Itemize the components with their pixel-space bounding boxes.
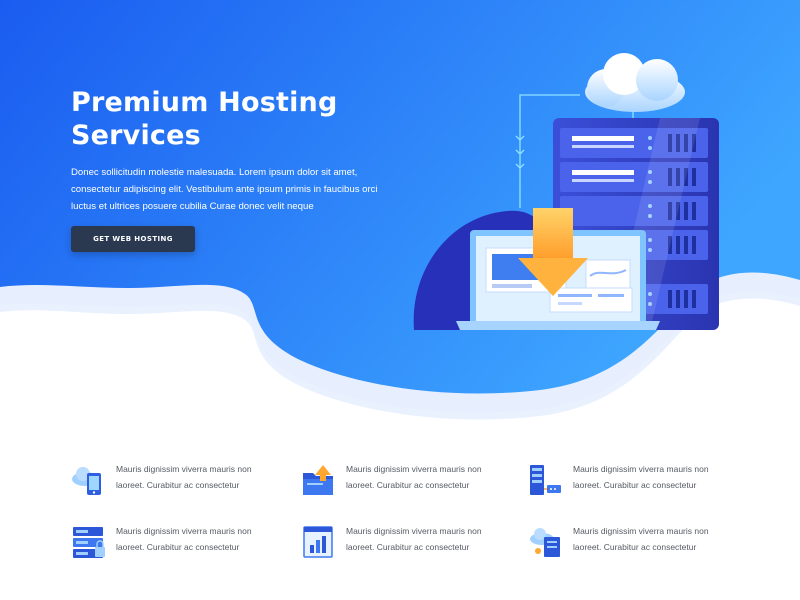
feature-text: Mauris dignissim viverra mauris non laor… <box>573 464 709 490</box>
hero-text-block: Premium Hosting Services Donec sollicitu… <box>71 86 401 215</box>
cloud-icon <box>585 53 685 112</box>
feature-text: Mauris dignissim viverra mauris non laor… <box>346 464 482 490</box>
cloud-mobile-icon <box>72 467 101 495</box>
hero-title-line-2: Services <box>71 120 201 151</box>
feature-text: Mauris dignissim viverra mauris non laor… <box>116 464 252 490</box>
feature-item: Mauris dignissim viverra mauris non laor… <box>301 523 501 563</box>
feature-item: Mauris dignissim viverra mauris non laor… <box>71 461 271 501</box>
feature-item: Mauris dignissim viverra mauris non laor… <box>301 461 501 501</box>
features-section: Mauris dignissim viverra mauris non laor… <box>0 455 800 575</box>
feature-text: Mauris dignissim viverra mauris non laor… <box>346 526 482 552</box>
folder-upload-icon <box>303 465 333 495</box>
feature-item: Mauris dignissim viverra mauris non laor… <box>528 523 728 563</box>
feature-item: Mauris dignissim viverra mauris non laor… <box>71 523 271 563</box>
cloud-document-icon <box>530 528 560 557</box>
hero-title: Premium Hosting Services <box>71 86 401 152</box>
feature-item: Mauris dignissim viverra mauris non laor… <box>528 461 728 501</box>
get-web-hosting-button[interactable]: GET WEB HOSTING <box>71 226 195 252</box>
feature-text: Mauris dignissim viverra mauris non laor… <box>116 526 252 552</box>
hero-title-line-1: Premium Hosting <box>71 87 338 118</box>
hero-description: Donec sollicitudin molestie malesuada. L… <box>71 167 378 212</box>
analytics-chart-icon <box>303 526 333 558</box>
feature-text: Mauris dignissim viverra mauris non laor… <box>573 526 709 552</box>
server-lock-icon <box>73 527 105 558</box>
server-network-icon <box>530 465 561 495</box>
hosting-illustration <box>413 53 719 330</box>
